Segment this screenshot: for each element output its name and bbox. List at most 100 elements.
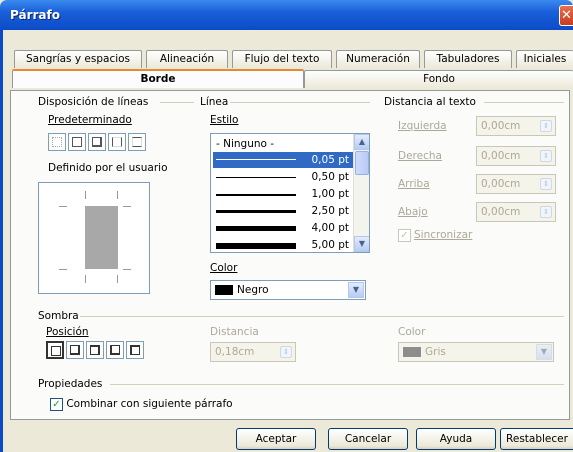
corner-mark [85,275,86,283]
spin-icon[interactable]: ⇕ [540,178,552,190]
corner-mark [123,269,131,270]
cancel-button[interactable]: Cancelar [328,428,408,450]
shadow-distance-spin[interactable]: 0,18cm ⇕ [210,342,296,362]
list-item[interactable]: 0,50 pt [213,169,353,185]
sync-checkbox[interactable]: ✓ [398,229,411,242]
list-item-selected[interactable]: 0,05 pt [213,152,353,168]
shadow-top-right[interactable] [86,341,104,359]
spin-icon[interactable]: ⇕ [280,346,292,358]
tab-text-flow[interactable]: Flujo del texto [232,50,332,68]
user-defined-preview[interactable] [38,182,150,294]
corner-mark [123,206,131,207]
reset-button[interactable]: Restablecer [500,428,573,450]
merge-label: CCombinar con siguiente párrafo [65,398,233,410]
tab-borders[interactable]: Borde [12,69,304,88]
shadow-color-label: Color [398,326,426,338]
shadow-none[interactable] [46,341,64,359]
list-item[interactable]: 1,00 pt [213,186,353,202]
close-button[interactable]: ✕ [559,5,573,26]
preset-box-shadow[interactable] [88,133,106,151]
tab-drop-caps[interactable]: Iniciales [516,50,573,68]
line-sample [216,210,296,213]
spin-icon[interactable]: ⇕ [540,120,552,132]
ok-button[interactable]: Aceptar [236,428,316,450]
list-item[interactable]: 4,00 pt [213,220,353,236]
right-value: 0,00cm [481,150,521,162]
list-item[interactable]: - Ninguno - [213,136,353,152]
tab-indents-spacing[interactable]: Sangrías y espacios [14,50,142,68]
shadow-color-value: Gris [425,346,446,358]
shadow-color-select[interactable]: Gris ▼ [398,342,554,362]
divider [80,316,564,317]
spin-icon[interactable]: ⇕ [540,206,552,218]
preset-horizontal[interactable] [128,133,146,151]
tab-alignment[interactable]: Alineación [146,50,228,68]
line-color-select[interactable]: Negro ▼ [210,280,366,300]
spacing-title: Distancia al texto [384,96,476,108]
line-width: 0,05 pt [311,154,350,166]
default-presets [48,133,146,151]
list-scrollbar[interactable]: ▲ ▼ [353,134,369,252]
help-button[interactable]: Ayuda [416,428,496,450]
merge-checkbox[interactable]: ✓ [50,398,63,411]
spin-icon[interactable]: ⇕ [540,150,552,162]
properties-title: Propiedades [38,378,103,390]
color-swatch [403,347,421,357]
corner-mark [117,275,118,283]
bottom-spin[interactable]: 0,00cm ⇕ [476,202,556,222]
shadow-bottom-left[interactable] [106,341,124,359]
left-label: Izquierda [398,120,447,132]
list-item[interactable]: 2,50 pt [213,203,353,219]
line-width: 0,50 pt [311,171,350,183]
top-label: Arriba [398,178,430,190]
sync-label: Sincronizar [414,229,473,241]
corner-mark [117,191,118,199]
shadow-distance-value: 0,18cm [215,346,255,358]
line-sample [216,177,296,178]
top-spin[interactable]: 0,00cm ⇕ [476,174,556,194]
default-label: Predeterminado [48,114,132,126]
preset-none[interactable] [48,133,66,151]
top-value: 0,00cm [481,178,521,190]
chevron-down-icon[interactable]: ▼ [536,344,552,360]
line-width: 5,00 pt [311,239,350,251]
line-arrangement-title: Disposición de líneas [38,96,149,108]
scroll-up-icon[interactable]: ▲ [354,134,369,150]
position-label: Posición [46,326,89,338]
corner-mark [85,191,86,199]
shadow-positions [46,341,144,359]
line-color-value: Negro [237,284,269,296]
tab-numbering[interactable]: Numeración [336,50,420,68]
line-sample [216,194,296,196]
line-width: 4,00 pt [311,222,350,234]
chevron-down-icon[interactable]: ▼ [348,282,364,298]
preset-box[interactable] [68,133,86,151]
preset-vertical[interactable] [108,133,126,151]
line-style-list[interactable]: - Ninguno - 0,05 pt 0,50 pt 1,00 pt 2,50… [210,133,370,253]
line-sample [216,226,296,231]
merge-label-text: Combinar con siguiente párrafo [65,398,233,410]
window-title: Párrafo [10,8,60,22]
divider [160,102,194,103]
scroll-thumb[interactable] [355,151,369,175]
line-width: 1,00 pt [311,188,350,200]
line-title: Línea [200,96,229,108]
shadow-top-left[interactable] [126,341,144,359]
tab-tabs[interactable]: Tabuladores [424,50,512,68]
shadow-bottom-right[interactable] [66,341,84,359]
corner-mark [59,269,67,270]
title-bar: Párrafo ✕ [0,0,573,30]
left-spin[interactable]: 0,00cm ⇕ [476,116,556,136]
right-spin[interactable]: 0,00cm ⇕ [476,146,556,166]
tab-background[interactable]: Fondo [304,70,573,88]
divider [484,102,564,103]
line-width: 2,50 pt [311,205,350,217]
distance-label: Distancia [210,326,259,338]
list-item[interactable]: 5,00 pt [213,237,353,252]
color-swatch [215,285,233,295]
divider [230,102,370,103]
scroll-down-icon[interactable]: ▼ [354,236,369,252]
bottom-value: 0,00cm [481,206,521,218]
line-style-label: - Ninguno - [216,138,275,150]
right-label: Derecha [398,150,442,162]
